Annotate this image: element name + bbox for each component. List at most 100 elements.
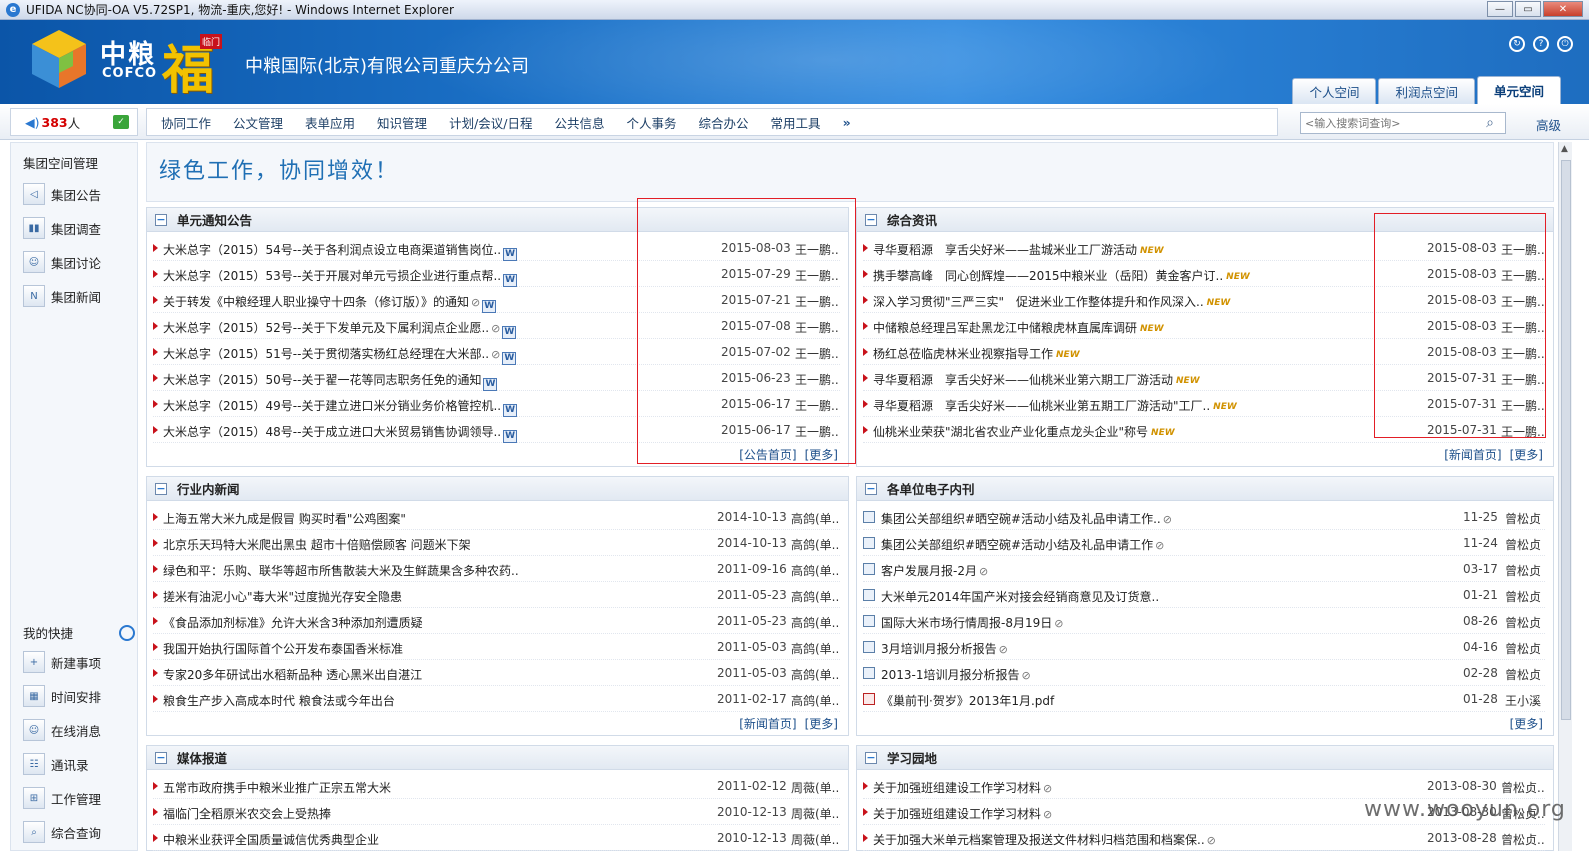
more-link[interactable]: [更多] (805, 717, 838, 731)
sidebar-item-group-survey[interactable]: ▮▮ 集团调查 (23, 217, 101, 239)
news-home-link[interactable]: [新闻首页] (739, 717, 796, 731)
sidebar-item-group-news[interactable]: N 集团新闻 (23, 285, 101, 307)
sidebar-item-new-task[interactable]: + 新建事项 (23, 651, 101, 673)
panel-header: − 行业内新闻 (147, 477, 848, 501)
word-doc-icon: W (502, 352, 517, 365)
list-item[interactable]: 《巢前刊·贺岁》2013年1月.pdf 01-28 王小溪 (863, 687, 1545, 712)
menu-tools[interactable]: 常用工具 (771, 113, 821, 132)
list-item[interactable]: 专家20多年研试出水稻新品种 透心黑米出自湛江 2011-05-03 高鸽(单.. (153, 661, 840, 686)
sidebar-item-online-message[interactable]: ☺ 在线消息 (23, 719, 101, 741)
tab-profit-center-space[interactable]: 利润点空间 (1378, 78, 1475, 104)
collapse-icon[interactable]: − (155, 751, 167, 764)
list-item[interactable]: 《食品添加剂标准》允许大米含3种添加剂遭质疑 2011-05-23 高鸽(单.. (153, 609, 840, 634)
item-title: 杨红总莅临虎林米业视察指导工作 NEW (873, 345, 1080, 362)
menu-documents[interactable]: 公文管理 (233, 113, 283, 132)
shortcut-settings-icon[interactable] (119, 625, 135, 641)
minimize-button[interactable]: — (1487, 1, 1513, 17)
item-title: 深入学习贯彻"三严三实" 促进米业工作整体提升和作风深入.. NEW (873, 293, 1230, 310)
tab-unit-space[interactable]: 单元空间 (1476, 76, 1561, 104)
item-title: 3月培训月报分析报告 ⊘ (881, 640, 1008, 657)
item-title: 寻华夏稻源 享舌尖好米——盐城米业工厂游活动 NEW (873, 241, 1164, 258)
item-title: 集团公关部组织#晒空碗#活动小结及礼品申请工作.. ⊘ (881, 510, 1172, 527)
sidebar-item-contacts[interactable]: ☷ 通讯录 (23, 753, 89, 775)
menu-more-button[interactable]: » (843, 115, 851, 130)
search-input[interactable] (1301, 116, 1476, 130)
collapse-icon[interactable]: − (865, 482, 877, 495)
item-date: 2011-05-23 (717, 614, 787, 628)
item-title: 集团公关部组织#晒空碗#活动小结及礼品申请工作 ⊘ (881, 536, 1164, 553)
item-author: 高鸽(单.. (791, 616, 840, 630)
advanced-search-link[interactable]: 高级 (1536, 115, 1561, 134)
window-controls: — ▭ ✕ (1487, 1, 1583, 17)
list-item[interactable]: 搓米有油泥小心"毒大米"过度抛光存安全隐患 2011-05-23 高鸽(单.. (153, 583, 840, 608)
list-item[interactable]: 绿色和平：乐购、联华等超市所售散装大米及生鲜蔬果含多种农药.. 2011-09-1… (153, 557, 840, 582)
collapse-icon[interactable]: − (155, 482, 167, 495)
collapse-icon[interactable]: − (155, 213, 167, 226)
search-icon[interactable]: ⌕ (1476, 113, 1504, 133)
logout-icon[interactable]: ⏻ (1557, 36, 1573, 52)
item-title: 《食品添加剂标准》允许大米含3种添加剂遭质疑 (163, 616, 423, 630)
list-item[interactable]: 2013-1培训月报分析报告 ⊘ 02-28 曾松贞 (863, 661, 1545, 686)
scrollbar-thumb[interactable] (1561, 160, 1571, 720)
list-item[interactable]: 五常市政府携手中粮米业推广正宗五常大米 2011-02-12 周薇(单.. (153, 774, 840, 799)
bullet-icon (863, 374, 868, 382)
word-doc-icon: W (483, 378, 498, 391)
attachment-icon: ⊘ (1162, 513, 1172, 526)
collapse-icon[interactable]: − (865, 213, 877, 226)
item-title: 大米总字（2015）49号--关于建立进口米分销业务价格管控机.. W (163, 397, 518, 417)
list-item[interactable]: 中粮米业获评全国质量诚信优秀典型企业 2010-12-13 周薇(单.. (153, 826, 840, 851)
list-item[interactable]: 上海五常大米九成是假冒 购买时看"公鸡图案" 2014-10-13 高鸽(单.. (153, 505, 840, 530)
people-icon: ☺ (23, 251, 45, 273)
more-link[interactable]: [更多] (1510, 717, 1543, 731)
menu-collaboration[interactable]: 协同工作 (161, 113, 211, 132)
news-home-link[interactable]: [新闻首页] (1444, 448, 1501, 462)
item-title: 仙桃米业荣获"湖北省农业产业化重点龙头企业"称号 NEW (873, 423, 1175, 440)
sidebar-item-work-management[interactable]: ⊞ 工作管理 (23, 787, 101, 809)
item-title: 绿色和平：乐购、联华等超市所售散装大米及生鲜蔬果含多种农药.. (163, 564, 519, 578)
menu-knowledge[interactable]: 知识管理 (377, 113, 427, 132)
menu-personal[interactable]: 个人事务 (627, 113, 677, 132)
new-badge: NEW (1213, 402, 1237, 412)
more-link[interactable]: [更多] (1510, 448, 1543, 462)
list-item[interactable]: 集团公关部组织#晒空碗#活动小结及礼品申请工作 ⊘ 11-24 曾松贞 (863, 531, 1545, 556)
list-item[interactable]: 关于加强大米单元档案管理及报送文件材料归档范围和档案保.. ⊘ 2013-08-28… (863, 826, 1545, 851)
list-item[interactable]: 关于加强班组建设工作学习材料 ⊘ 2013-08-30 曾松贞.. (863, 774, 1545, 799)
list-item[interactable]: 福临门全稻原米农交会上受热捧 2010-12-13 周薇(单.. (153, 800, 840, 825)
bullet-icon (863, 426, 868, 434)
menu-public-info[interactable]: 公共信息 (555, 113, 605, 132)
item-date: 2011-05-23 (717, 588, 787, 602)
menu-office[interactable]: 综合办公 (699, 113, 749, 132)
sidebar-item-query[interactable]: ⌕ 综合查询 (23, 821, 101, 843)
refresh-icon[interactable]: ↻ (1509, 36, 1525, 52)
online-users[interactable]: ◀) 383 人 ✓ (10, 108, 138, 136)
menu-forms[interactable]: 表单应用 (305, 113, 355, 132)
list-item[interactable]: 北京乐天玛特大米爬出黑虫 超市十倍赔偿顾客 问题米下架 2014-10-13 高鸽(… (153, 531, 840, 556)
bullet-icon (863, 782, 868, 790)
document-icon (863, 537, 875, 549)
bullet-icon (153, 591, 158, 599)
list-item[interactable]: 3月培训月报分析报告 ⊘ 04-16 曾松贞 (863, 635, 1545, 660)
maximize-button[interactable]: ▭ (1515, 1, 1541, 17)
sidebar-item-schedule[interactable]: ▦ 时间安排 (23, 685, 101, 707)
sidebar-item-label: 在线消息 (51, 723, 102, 739)
menu-plans-meetings[interactable]: 计划/会议/日程 (449, 113, 532, 132)
tab-personal-space[interactable]: 个人空间 (1292, 78, 1377, 104)
list-item[interactable]: 客户发展月报-2月 ⊘ 03-17 曾松贞 (863, 557, 1545, 582)
scroll-up-icon[interactable]: ▲ (1561, 144, 1568, 154)
list-item[interactable]: 粮食生产步入高成本时代 粮食法或今年出台 2011-02-17 高鸽(单.. (153, 687, 840, 712)
close-button[interactable]: ✕ (1543, 1, 1583, 17)
help-icon[interactable]: ? (1533, 36, 1549, 52)
item-date: 04-16 (1463, 640, 1498, 654)
list-item[interactable]: 我国开始执行国际首个公开发布泰国香米标准 2011-05-03 高鸽(单.. (153, 635, 840, 660)
list-item[interactable]: 大米单元2014年国产米对接会经销商意见及订货意.. 01-21 曾松贞 (863, 583, 1545, 608)
sidebar-item-group-discussion[interactable]: ☺ 集团讨论 (23, 251, 101, 273)
list-item[interactable]: 集团公关部组织#晒空碗#活动小结及礼品申请工作.. ⊘ 11-25 曾松贞 (863, 505, 1545, 530)
list-item[interactable]: 国际大米市场行情周报-8月19日 ⊘ 08-26 曾松贞 (863, 609, 1545, 634)
page-scrollbar[interactable]: ▲ (1558, 142, 1572, 851)
item-title-text: 国际大米市场行情周报-8月19日 (881, 616, 1053, 630)
collapse-icon[interactable]: − (865, 751, 877, 764)
status-check-icon[interactable]: ✓ (113, 115, 129, 129)
sidebar-item-group-notice[interactable]: ◁ 集团公告 (23, 183, 101, 205)
item-author: 曾松贞 (1505, 668, 1542, 682)
group-space-title: 集团空间管理 (23, 156, 99, 171)
